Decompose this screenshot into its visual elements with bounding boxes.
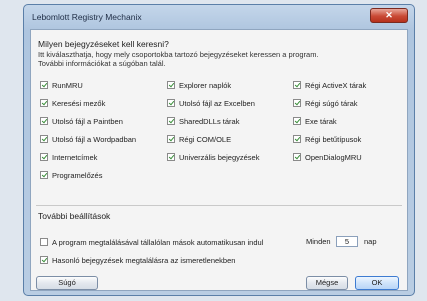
option-label: OpenDialogMRU	[305, 152, 362, 162]
section-divider	[36, 205, 402, 206]
checkbox[interactable]	[167, 135, 175, 143]
ok-button[interactable]: OK	[355, 276, 399, 290]
help-button[interactable]: Súgó	[36, 276, 98, 290]
checkbox[interactable]	[167, 153, 175, 161]
option-wordpad-last-file[interactable]: Utolsó fájl a Wordpadban	[40, 134, 136, 144]
description-line-2: További információkat a súgóban talál.	[38, 59, 166, 68]
option-label: A program megtalálásával tállalólan máso…	[52, 237, 264, 247]
option-internet-addresses[interactable]: Internetcímek	[40, 152, 97, 162]
option-explorer-logs[interactable]: Explorer naplók	[167, 80, 231, 90]
option-label: Utolsó fájl az Excelben	[179, 98, 255, 108]
checkbox[interactable]	[167, 99, 175, 107]
section-heading: Milyen bejegyzéseket kell keresni?	[38, 39, 169, 49]
dialog-body: Milyen bejegyzéseket kell keresni? Itt k…	[30, 29, 408, 291]
option-label: Exe tárak	[305, 116, 337, 126]
close-button[interactable]: ✕	[370, 8, 408, 23]
checkbox[interactable]	[40, 81, 48, 89]
window-title: Lebomlott Registry Mechanix	[32, 12, 142, 22]
checkbox[interactable]	[40, 171, 48, 179]
option-old-activex[interactable]: Régi ActiveX tárak	[293, 80, 366, 90]
option-label: RunMRU	[52, 80, 83, 90]
title-bar: Lebomlott Registry Mechanix ✕	[30, 8, 408, 26]
checkbox[interactable]	[167, 117, 175, 125]
option-label: Régi betűtípusok	[305, 134, 362, 144]
option-paint-last-file[interactable]: Utolsó fájl a Paintben	[40, 116, 123, 126]
option-label: Explorer naplók	[179, 80, 232, 90]
description-line-1: Itt kiválaszthatja, hogy mely csoportokb…	[38, 50, 319, 59]
option-search-fields[interactable]: Keresési mezők	[40, 98, 105, 108]
option-exe[interactable]: Exe tárak	[293, 116, 337, 126]
checkbox[interactable]	[293, 99, 301, 107]
checkbox[interactable]	[40, 238, 48, 246]
option-label: Utolsó fájl a Wordpadban	[52, 134, 137, 144]
checkbox[interactable]	[40, 256, 48, 264]
option-label: Univerzális bejegyzések	[179, 152, 260, 162]
checkbox[interactable]	[40, 153, 48, 161]
checkbox[interactable]	[293, 153, 301, 161]
days-prefix-label: Minden	[306, 237, 331, 246]
checkbox[interactable]	[293, 117, 301, 125]
days-suffix-label: nap	[364, 237, 377, 246]
dialog-window: Lebomlott Registry Mechanix ✕ Milyen bej…	[23, 4, 415, 296]
option-label: SharedDLLs tárak	[179, 116, 240, 126]
checkbox[interactable]	[293, 135, 301, 143]
option-label: Utolsó fájl a Paintben	[52, 116, 123, 126]
checkbox[interactable]	[40, 135, 48, 143]
checkbox[interactable]	[293, 81, 301, 89]
option-label: Régi COM/OLE	[179, 134, 232, 144]
option-universal-entries[interactable]: Univerzális bejegyzések	[167, 152, 259, 162]
option-old-com-ole[interactable]: Régi COM/OLE	[167, 134, 231, 144]
checkbox[interactable]	[167, 81, 175, 89]
option-label: Internetcímek	[52, 152, 98, 162]
option-label: Régi ActiveX tárak	[305, 80, 367, 90]
days-input[interactable]: 5	[336, 236, 358, 247]
checkbox[interactable]	[40, 117, 48, 125]
option-opendialogmru[interactable]: OpenDialogMRU	[293, 152, 362, 162]
option-label: Programelőzés	[52, 170, 103, 180]
option-program-history[interactable]: Programelőzés	[40, 170, 102, 180]
option-label: Hasonló bejegyzések megtalálásra az isme…	[52, 255, 236, 265]
more-settings-title: További beállítások	[38, 211, 111, 221]
option-label: Keresési mezők	[52, 98, 106, 108]
option-runmru[interactable]: RunMRU	[40, 80, 83, 90]
option-similar-entries[interactable]: Hasonló bejegyzések megtalálásra az isme…	[40, 255, 235, 265]
option-auto-delete[interactable]: A program megtalálásával tállalólan máso…	[40, 237, 263, 247]
option-shareddlls[interactable]: SharedDLLs tárak	[167, 116, 239, 126]
option-label: Régi súgó tárak	[305, 98, 358, 108]
option-old-fonts[interactable]: Régi betűtípusok	[293, 134, 361, 144]
option-excel-last-file[interactable]: Utolsó fájl az Excelben	[167, 98, 255, 108]
option-old-help[interactable]: Régi súgó tárak	[293, 98, 358, 108]
cancel-button[interactable]: Mégse	[306, 276, 348, 290]
checkbox[interactable]	[40, 99, 48, 107]
